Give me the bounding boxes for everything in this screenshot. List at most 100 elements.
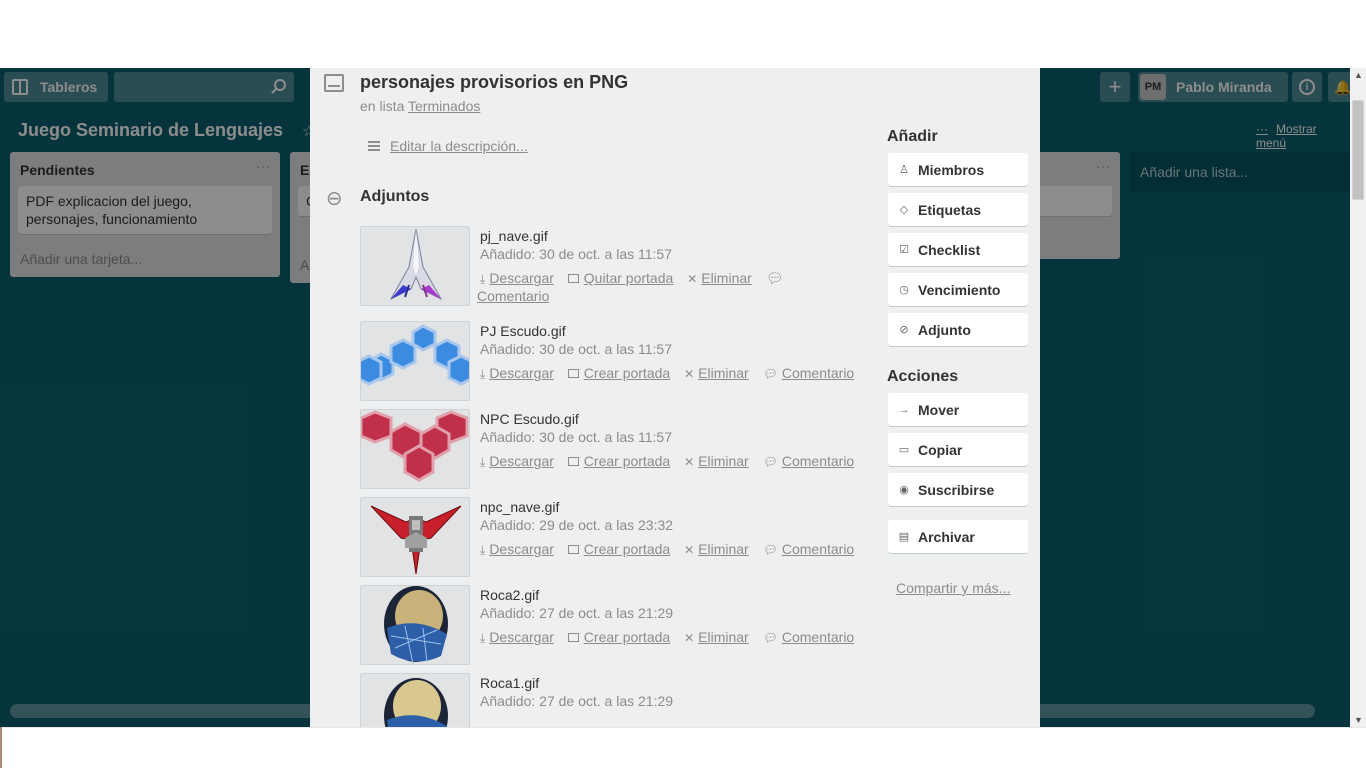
download-link[interactable]: ⤓ Descargar xyxy=(480,270,554,286)
comment-link[interactable]: Comentario xyxy=(477,288,549,304)
subscribe-button[interactable]: ◉ Suscribirse xyxy=(888,473,1028,506)
move-button[interactable]: → Mover xyxy=(888,393,1028,426)
cover-icon xyxy=(567,545,579,554)
attachments-heading: Adjuntos xyxy=(360,188,430,205)
checklist-label: Checklist xyxy=(918,241,981,258)
comment-link[interactable]: 💬︎ Comentario xyxy=(763,453,855,469)
attachment-name: NPC Escudo.gif xyxy=(480,411,579,427)
members-label: Miembros xyxy=(918,161,985,178)
eye-icon: ◉ xyxy=(899,484,909,496)
make-cover-link[interactable]: Crear portada xyxy=(567,453,670,469)
cover-icon xyxy=(567,274,579,283)
attachment-item: NPC Escudo.gif Añadido: 30 de oct. a las… xyxy=(360,409,870,489)
checklist-button[interactable]: ☑ Checklist xyxy=(888,233,1028,266)
close-icon: ✕ xyxy=(684,455,695,469)
arrow-right-icon: → xyxy=(898,403,910,416)
person-icon: ♙ xyxy=(899,164,909,176)
delete-link[interactable]: ✕ Eliminar xyxy=(684,629,749,645)
close-icon: ✕ xyxy=(684,367,695,381)
copy-label: Copiar xyxy=(918,441,963,458)
attachment-item: Roca2.gif Añadido: 27 de oct. a las 21:2… xyxy=(360,585,870,665)
attachment-button[interactable]: ⊘ Adjunto xyxy=(888,313,1028,346)
card-list-info: en lista Terminados xyxy=(360,98,480,114)
edit-description-label: Editar la descripción... xyxy=(390,138,528,154)
clock-icon: ◷ xyxy=(899,284,909,296)
labels-label: Etiquetas xyxy=(918,201,982,218)
download-icon: ⤓ xyxy=(480,272,486,286)
cover-icon xyxy=(567,633,579,642)
scrollbar-thumb[interactable] xyxy=(1352,100,1364,200)
attachment-thumbnail[interactable] xyxy=(360,585,470,665)
archive-icon: ▤ xyxy=(898,531,910,543)
attachment-item: Roca1.gif Añadido: 27 de oct. a las 21:2… xyxy=(360,673,870,727)
attachment-thumbnail[interactable] xyxy=(360,673,470,727)
divider xyxy=(0,727,2,768)
download-icon: ⤓ xyxy=(480,543,486,557)
make-cover-link[interactable]: Crear portada xyxy=(567,629,670,645)
labels-button[interactable]: ◇ Etiquetas xyxy=(888,193,1028,226)
comment-icon: 💬︎ xyxy=(762,631,778,645)
attachment-date: Añadido: 27 de oct. a las 21:29 xyxy=(480,605,674,621)
attachment-thumbnail[interactable] xyxy=(360,226,470,306)
attachment-actions: ⤓ Descargar Crear portada ✕ Eliminar 💬︎ Com… xyxy=(480,629,864,646)
tag-icon: ◇ xyxy=(899,204,909,216)
attachment-name: pj_nave.gif xyxy=(480,228,548,244)
comment-icon: 💬︎ xyxy=(762,543,778,557)
attachment-thumbnail[interactable] xyxy=(360,497,470,577)
copy-button[interactable]: ▭ Copiar xyxy=(888,433,1028,466)
close-icon: ✕ xyxy=(687,272,698,286)
cover-icon xyxy=(567,369,579,378)
window-scrollbar[interactable]: ▲ ▼ xyxy=(1350,68,1366,727)
archive-button[interactable]: ▤ Archivar xyxy=(888,520,1028,553)
comment-icon[interactable]: 💬︎ xyxy=(766,270,784,286)
attachment-actions: ⤓ Descargar Crear portada ✕ Eliminar 💬︎ Com… xyxy=(480,365,864,382)
edit-description-link[interactable]: Editar la descripción... xyxy=(368,138,528,154)
download-link[interactable]: ⤓ Descargar xyxy=(480,541,554,557)
attachment-date: Añadido: 30 de oct. a las 11:57 xyxy=(480,341,672,357)
comment-link[interactable]: 💬︎ Comentario xyxy=(763,365,855,381)
members-button[interactable]: ♙ Miembros xyxy=(888,153,1028,186)
attachment-thumbnail[interactable] xyxy=(360,321,470,401)
paperclip-icon: ⊘ xyxy=(320,185,348,213)
delete-link[interactable]: ✕ Eliminar xyxy=(684,541,749,557)
divider xyxy=(0,727,1366,728)
description-icon xyxy=(368,141,380,151)
attachment-thumbnail[interactable] xyxy=(360,409,470,489)
download-link[interactable]: ⤓ Descargar xyxy=(480,453,554,469)
due-date-button[interactable]: ◷ Vencimiento xyxy=(888,273,1028,306)
actions-heading: Acciones xyxy=(887,368,959,385)
in-list-prefix: en lista xyxy=(360,98,405,114)
paperclip-icon: ⊘ xyxy=(899,324,909,336)
comment-icon: 💬︎ xyxy=(762,367,778,381)
delete-link[interactable]: ✕ Eliminar xyxy=(684,453,749,469)
delete-link[interactable]: ✕ Eliminar xyxy=(687,270,752,286)
delete-link[interactable]: ✕ Eliminar xyxy=(684,365,749,381)
checkbox-icon: ☑ xyxy=(899,244,909,256)
download-link[interactable]: ⤓ Descargar xyxy=(480,365,554,381)
attachment-name: PJ Escudo.gif xyxy=(480,323,566,339)
make-cover-link[interactable]: Crear portada xyxy=(567,541,670,557)
attachment-date: Añadido: 27 de oct. a las 21:29 xyxy=(480,693,674,709)
download-icon: ⤓ xyxy=(480,631,486,645)
attachment-name: Roca1.gif xyxy=(480,675,540,691)
card-icon xyxy=(324,74,344,92)
share-more-link[interactable]: Compartir y más... xyxy=(896,580,1010,596)
subscribe-label: Suscribirse xyxy=(918,481,995,498)
remove-cover-link[interactable]: Quitar portada xyxy=(567,270,673,286)
card-detail-window: personajes provisorios en PNG en lista T… xyxy=(310,68,1040,727)
move-label: Mover xyxy=(918,401,960,418)
card-title[interactable]: personajes provisorios en PNG xyxy=(360,72,628,93)
attachment-name: npc_nave.gif xyxy=(480,499,560,515)
scroll-down-icon[interactable]: ▼ xyxy=(1354,715,1363,725)
attachment-actions: ⤓ Descargar Quitar portada ✕ Eliminar 💬︎ xyxy=(480,270,794,287)
attachment-item: pj_nave.gif Añadido: 30 de oct. a las 11… xyxy=(360,226,870,316)
comment-link[interactable]: 💬︎ Comentario xyxy=(763,541,855,557)
list-link[interactable]: Terminados xyxy=(408,98,480,114)
add-heading: Añadir xyxy=(887,128,938,145)
attachment-name: Roca2.gif xyxy=(480,587,540,603)
download-link[interactable]: ⤓ Descargar xyxy=(480,629,554,645)
scroll-up-icon[interactable]: ▲ xyxy=(1354,70,1363,80)
attachment-actions: ⤓ Descargar Crear portada ✕ Eliminar 💬︎ Com… xyxy=(480,453,864,470)
make-cover-link[interactable]: Crear portada xyxy=(567,365,670,381)
comment-link[interactable]: 💬︎ Comentario xyxy=(763,629,855,645)
